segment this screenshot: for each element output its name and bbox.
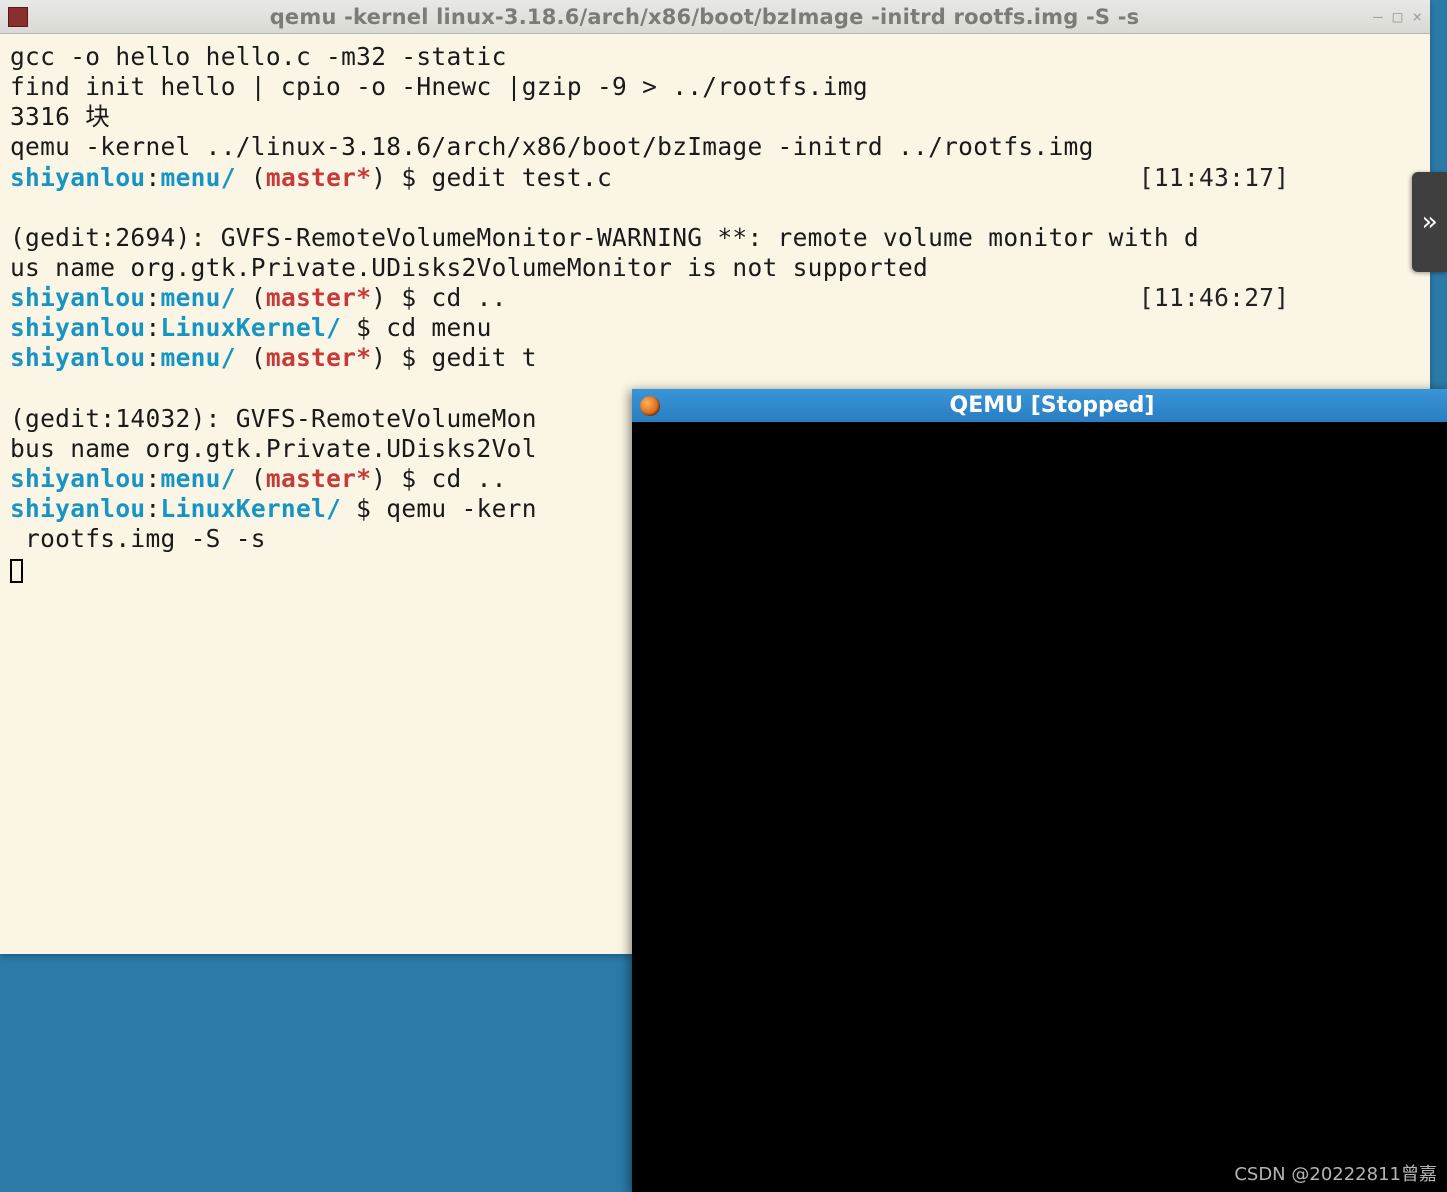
maximize-button[interactable]: □ — [1393, 7, 1403, 26]
prompt-branch: master* — [266, 343, 371, 372]
prompt-path: menu/ — [161, 343, 236, 372]
side-panel-toggle[interactable]: » — [1412, 172, 1447, 272]
qemu-window: QEMU [Stopped] — [632, 389, 1447, 1192]
prompt-path: menu/ — [161, 283, 236, 312]
prompt-cmd: gedit t — [431, 343, 536, 372]
prompt-branch: master* — [266, 283, 371, 312]
chevron-right-icon: » — [1422, 207, 1438, 237]
term-line: gcc -o hello hello.c -m32 -static — [10, 42, 507, 71]
term-line: us name org.gtk.Private.UDisks2VolumeMon… — [10, 253, 928, 282]
prompt-path: menu/ — [161, 163, 236, 192]
term-line: find init hello | cpio -o -Hnewc |gzip -… — [10, 72, 868, 101]
prompt-branch: master* — [266, 163, 371, 192]
terminal-cursor-icon — [10, 559, 23, 583]
terminal-title: qemu -kernel linux-3.18.6/arch/x86/boot/… — [36, 5, 1373, 29]
prompt-path: menu/ — [161, 464, 236, 493]
qemu-titlebar[interactable]: QEMU [Stopped] — [632, 389, 1447, 422]
prompt-path: LinuxKernel/ — [161, 313, 342, 342]
terminal-titlebar[interactable]: qemu -kernel linux-3.18.6/arch/x86/boot/… — [0, 0, 1430, 34]
terminal-app-icon — [8, 7, 28, 27]
qemu-title: QEMU [Stopped] — [660, 393, 1444, 418]
prompt-cmd: gedit test.c — [431, 163, 612, 192]
term-line: rootfs.img -S -s — [10, 524, 266, 553]
qemu-app-icon — [640, 396, 660, 416]
prompt-user: shiyanlou — [10, 343, 145, 372]
prompt-user: shiyanlou — [10, 163, 145, 192]
term-line: bus name org.gtk.Private.UDisks2Vol — [10, 434, 537, 463]
close-button[interactable]: × — [1412, 7, 1422, 26]
prompt-user: shiyanlou — [10, 313, 145, 342]
prompt-time: [11:43:17] — [1139, 163, 1290, 192]
prompt-cmd: cd .. — [431, 283, 506, 312]
prompt-path: LinuxKernel/ — [161, 494, 342, 523]
term-line: (gedit:14032): GVFS-RemoteVolumeMon — [10, 404, 537, 433]
prompt-time: [11:46:27] — [1139, 283, 1290, 312]
term-line: qemu -kernel ../linux-3.18.6/arch/x86/bo… — [10, 132, 1094, 161]
watermark: CSDN @20222811曾嘉 — [1234, 1160, 1437, 1186]
prompt-user: shiyanlou — [10, 494, 145, 523]
window-controls: — □ × — [1373, 7, 1422, 26]
minimize-button[interactable]: — — [1373, 7, 1383, 26]
prompt-cmd: cd .. — [431, 464, 506, 493]
prompt-branch: master* — [266, 464, 371, 493]
term-line: 3316 块 — [10, 102, 110, 131]
qemu-display[interactable] — [632, 422, 1447, 1192]
prompt-user: shiyanlou — [10, 283, 145, 312]
term-line: (gedit:2694): GVFS-RemoteVolumeMonitor-W… — [10, 223, 1199, 252]
prompt-user: shiyanlou — [10, 464, 145, 493]
prompt-cmd: qemu -kern — [386, 494, 537, 523]
prompt-cmd: cd menu — [386, 313, 491, 342]
